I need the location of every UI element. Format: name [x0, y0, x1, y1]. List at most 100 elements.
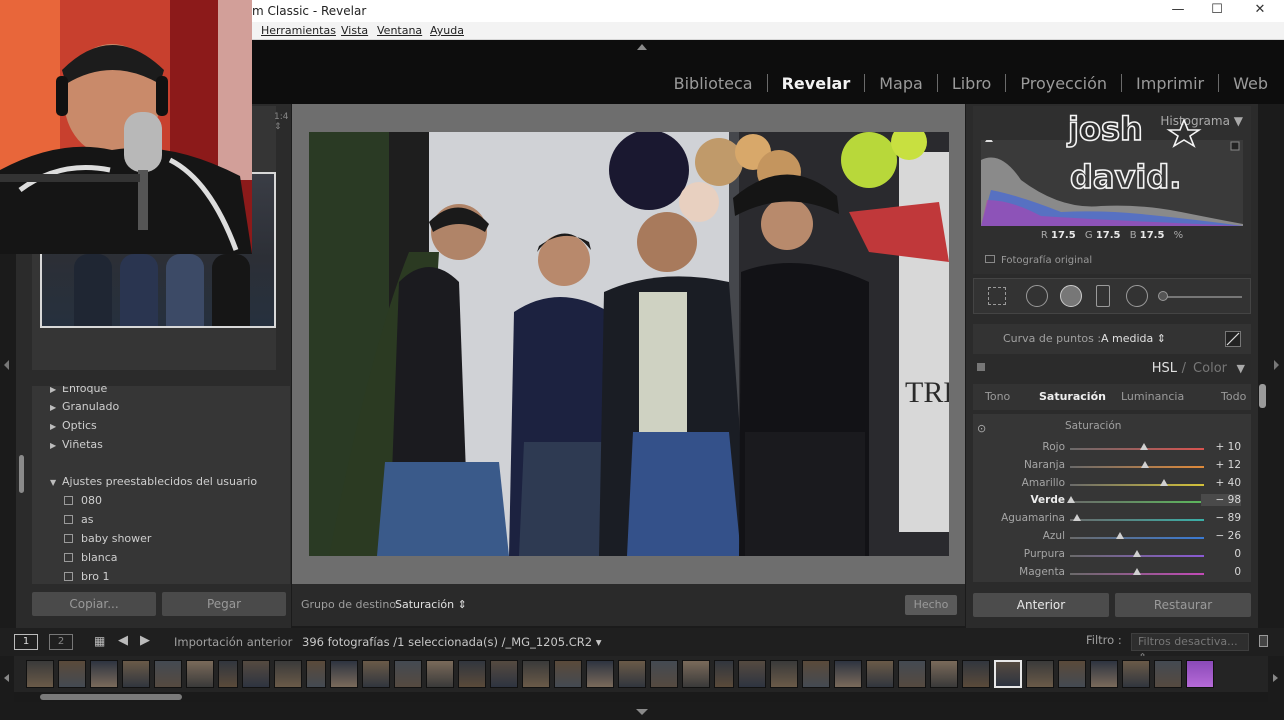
- filter-lock-icon[interactable]: [1259, 635, 1268, 647]
- expand-arrow-icon[interactable]: ▶: [50, 441, 62, 450]
- filmstrip-thumb[interactable]: [834, 660, 862, 688]
- filmstrip-thumb[interactable]: [90, 660, 118, 688]
- filmstrip-thumb[interactable]: [490, 660, 518, 688]
- module-biblioteca[interactable]: Biblioteca: [672, 74, 755, 93]
- slider-value[interactable]: + 10: [1201, 441, 1242, 453]
- photo[interactable]: TRE: [309, 132, 949, 556]
- module-web[interactable]: Web: [1231, 74, 1270, 93]
- filmstrip-thumb[interactable]: [714, 660, 734, 688]
- slider-value[interactable]: − 89: [1201, 512, 1242, 524]
- slider-naranja[interactable]: Naranja + 12: [973, 458, 1251, 476]
- filmstrip-thumb[interactable]: [122, 660, 150, 688]
- filmstrip-thumb[interactable]: [738, 660, 766, 688]
- original-photo-checkbox[interactable]: [985, 255, 995, 263]
- filmstrip-thumb[interactable]: [682, 660, 710, 688]
- slider-track[interactable]: [1070, 483, 1204, 486]
- filmstrip-thumb[interactable]: [770, 660, 798, 688]
- minimize-button[interactable]: —: [1168, 2, 1188, 20]
- module-libro[interactable]: Libro: [950, 74, 994, 93]
- close-button[interactable]: ✕: [1250, 2, 1270, 20]
- filmstrip-thumb[interactable]: [1186, 660, 1214, 688]
- red-eye-icon[interactable]: [1060, 285, 1082, 307]
- menu-herramientas[interactable]: Herramientas: [261, 24, 336, 37]
- back-arrow-icon[interactable]: ◀: [118, 633, 128, 648]
- spot-removal-icon[interactable]: [1026, 285, 1048, 307]
- second-window-button[interactable]: 2: [49, 634, 73, 650]
- slider-value[interactable]: − 26: [1201, 530, 1242, 542]
- filmstrip-thumb[interactable]: [1154, 660, 1182, 688]
- previous-button[interactable]: Anterior: [973, 593, 1109, 617]
- paste-button[interactable]: Pegar: [162, 592, 286, 616]
- collapse-top-icon[interactable]: [637, 44, 647, 50]
- source-label[interactable]: Importación anterior: [174, 635, 292, 649]
- target-group-select[interactable]: Saturación ⇕: [395, 598, 467, 611]
- module-proyección[interactable]: Proyección: [1018, 74, 1109, 93]
- hsl-title[interactable]: HSL: [1152, 361, 1177, 376]
- maximize-button[interactable]: ☐: [1207, 2, 1227, 20]
- module-imprimir[interactable]: Imprimir: [1134, 74, 1206, 93]
- filmstrip-thumb[interactable]: [1090, 660, 1118, 688]
- preset-group[interactable]: ▶ Viñetas: [50, 438, 103, 454]
- slider-knob[interactable]: [1067, 496, 1076, 504]
- filmstrip-thumb[interactable]: [522, 660, 550, 688]
- main-window-button[interactable]: 1: [14, 634, 38, 650]
- slider-knob[interactable]: [1139, 443, 1148, 450]
- slider-amarillo[interactable]: Amarillo + 40: [973, 476, 1251, 494]
- expand-arrow-icon[interactable]: ▶: [50, 403, 62, 412]
- crop-tool-icon[interactable]: [988, 287, 1006, 305]
- filmstrip-thumb[interactable]: [186, 660, 214, 688]
- slider-magenta[interactable]: Magenta 0: [973, 565, 1251, 583]
- hsl-panel-header[interactable]: HSL / Color ▼: [973, 358, 1251, 380]
- radial-filter-icon[interactable]: [1126, 285, 1148, 307]
- tab-luminancia[interactable]: Luminancia: [1121, 390, 1184, 403]
- filmstrip-left-icon[interactable]: [4, 674, 9, 682]
- slider-knob[interactable]: [1159, 478, 1168, 486]
- slider-track[interactable]: [1070, 448, 1204, 450]
- filmstrip-scrollbar[interactable]: [14, 692, 1268, 702]
- module-revelar[interactable]: Revelar: [780, 74, 853, 93]
- filmstrip-thumb[interactable]: [1026, 660, 1054, 688]
- preset-item[interactable]: 080: [50, 494, 102, 510]
- filmstrip-thumb[interactable]: [362, 660, 390, 688]
- slider-aguamarina[interactable]: Aguamarina − 89: [973, 511, 1251, 529]
- collapse-arrow-icon[interactable]: ▼: [50, 478, 62, 487]
- slider-knob[interactable]: [1133, 567, 1141, 575]
- slider-knob[interactable]: [1073, 514, 1082, 522]
- module-mapa[interactable]: Mapa: [877, 74, 925, 93]
- filmstrip-thumb[interactable]: [274, 660, 302, 688]
- original-photo-toggle[interactable]: Fotografía original: [985, 255, 1092, 266]
- filmstrip-thumb[interactable]: [426, 660, 454, 688]
- forward-arrow-icon[interactable]: ▶: [140, 633, 150, 648]
- filmstrip-thumb[interactable]: [154, 660, 182, 688]
- slider-value[interactable]: + 40: [1201, 477, 1242, 489]
- filmstrip-scroll-knob[interactable]: [40, 694, 182, 700]
- right-panel-scrollbar[interactable]: [1259, 384, 1266, 408]
- preset-group[interactable]: ▶ Granulado: [50, 400, 119, 416]
- filmstrip-thumb[interactable]: [866, 660, 894, 688]
- slider-value[interactable]: 0: [1201, 548, 1241, 560]
- preset-group[interactable]: ▼ Ajustes preestablecidos del usuario: [50, 475, 257, 491]
- graduated-filter-icon[interactable]: [1096, 285, 1110, 307]
- slider-track[interactable]: [1070, 519, 1204, 522]
- slider-value[interactable]: + 12: [1201, 459, 1242, 471]
- curve-edit-icon[interactable]: [1225, 331, 1241, 347]
- grid-view-icon[interactable]: ▦: [94, 634, 105, 648]
- filmstrip-thumb[interactable]: [802, 660, 830, 688]
- tab-tono[interactable]: Tono: [985, 390, 1010, 403]
- filmstrip-thumb[interactable]: [218, 660, 238, 688]
- slider-knob[interactable]: [1133, 549, 1141, 557]
- preset-item[interactable]: baby shower: [50, 532, 151, 548]
- filmstrip[interactable]: [14, 656, 1268, 692]
- slider-track[interactable]: [1070, 537, 1204, 539]
- filmstrip-thumb[interactable]: [330, 660, 358, 688]
- tab-todo[interactable]: Todo: [1221, 390, 1246, 403]
- filmstrip-thumb[interactable]: [898, 660, 926, 688]
- tab-saturación[interactable]: Saturación: [1039, 390, 1106, 403]
- filmstrip-thumb[interactable]: [306, 660, 326, 688]
- collapse-hsl-icon[interactable]: ▼: [1237, 362, 1245, 375]
- preset-group[interactable]: ▶ Optics: [50, 419, 97, 435]
- menu-vista[interactable]: Vista: [341, 24, 368, 37]
- filmstrip-thumb[interactable]: [586, 660, 614, 688]
- done-button[interactable]: Hecho: [905, 595, 957, 615]
- slider-azul[interactable]: Azul − 26: [973, 529, 1251, 547]
